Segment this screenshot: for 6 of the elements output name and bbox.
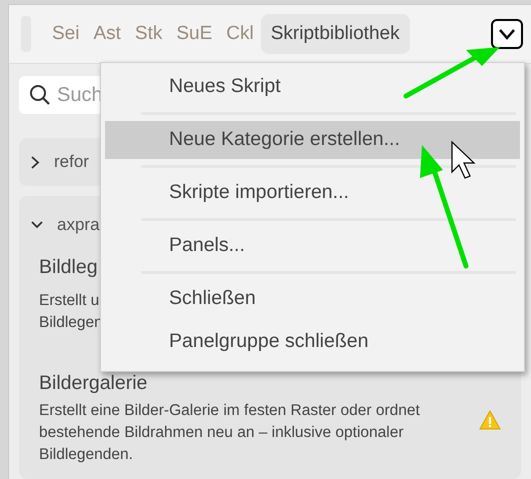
script-title: Bildleg <box>39 255 98 280</box>
category-name: refor <box>54 151 89 174</box>
script-description: Erstellt u Bildlegen <box>39 291 103 333</box>
category-name: axpra <box>57 214 100 236</box>
script-description: Erstellt eine Bilder-Galerie im festen Raster oder ordnet bestehende Bildrahmen neu an – inklusive optionaler Bildlegenden. <box>39 401 420 465</box>
script-title: Bildergalerie <box>39 371 148 396</box>
